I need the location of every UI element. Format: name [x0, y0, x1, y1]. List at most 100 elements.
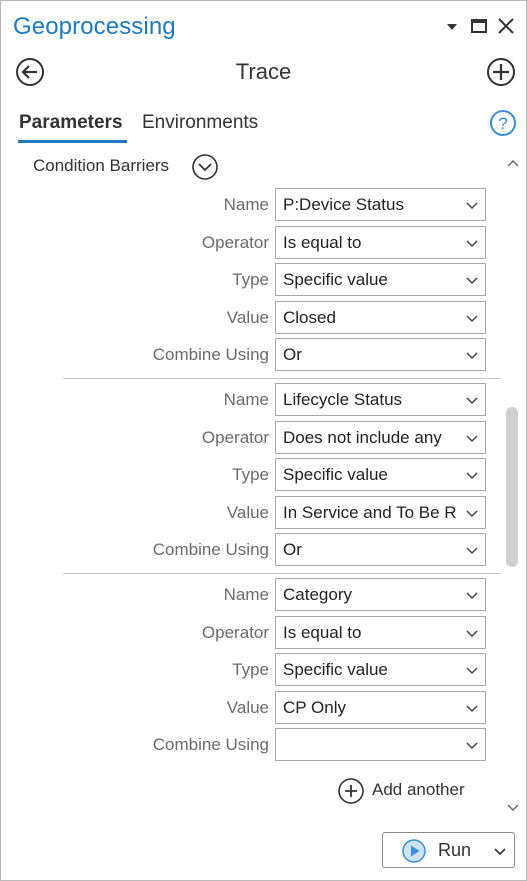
operator-label: Operator: [201, 623, 269, 642]
select-value: Closed: [283, 308, 336, 327]
maximize-icon[interactable]: [468, 15, 490, 37]
barrier-1-combine-row: Combine Using Or: [1, 338, 501, 371]
geoprocessing-pane: Geoprocessing Trace Parameters Environme…: [0, 0, 527, 881]
tool-title: Trace: [235, 59, 292, 84]
barrier-3-value-select[interactable]: CP Only: [275, 691, 486, 724]
chevron-down-icon: [466, 630, 478, 638]
combine-using-label: Combine Using: [152, 345, 269, 364]
barrier-1-operator-select[interactable]: Is equal to: [275, 226, 486, 259]
title-bar: Geoprocessing: [1, 1, 526, 53]
barrier-2-name-row: Name Lifecycle Status: [1, 383, 501, 416]
chevron-down-icon: [466, 397, 478, 405]
name-label: Name: [223, 195, 269, 214]
select-value: Or: [283, 345, 302, 364]
value-label: Value: [226, 308, 269, 327]
select-value: Specific value: [283, 465, 388, 484]
barrier-2-operator-select[interactable]: Does not include any: [275, 421, 486, 454]
barrier-2-value-row: Value In Service and To Be R: [1, 496, 501, 529]
select-value: Category: [283, 585, 352, 604]
barrier-3-name-select[interactable]: Category: [275, 578, 486, 611]
type-label: Type: [232, 465, 269, 484]
play-icon: [402, 839, 426, 863]
barrier-1-name-row: Name P:Device Status: [1, 188, 501, 221]
barrier-3-name-row: Name Category: [1, 578, 501, 611]
barrier-divider: [63, 378, 501, 379]
close-icon[interactable]: [495, 15, 517, 37]
barrier-divider: [63, 573, 501, 574]
combine-using-label: Combine Using: [152, 735, 269, 754]
add-another-button[interactable]: Add another: [337, 776, 487, 806]
barrier-1-name-select[interactable]: P:Device Status: [275, 188, 486, 221]
select-value: P:Device Status: [283, 195, 404, 214]
tab-parameters[interactable]: Parameters: [19, 112, 123, 134]
select-value: Is equal to: [283, 233, 362, 252]
chevron-down-icon: [466, 277, 478, 285]
tool-header: Trace: [1, 53, 526, 93]
run-label: Run: [438, 840, 472, 860]
chevron-down-icon: [466, 592, 478, 600]
select-value: Specific value: [283, 660, 388, 679]
help-icon[interactable]: ?: [489, 109, 517, 137]
select-value: Lifecycle Status: [283, 390, 403, 409]
svg-text:?: ?: [498, 114, 507, 133]
barrier-1-value-select[interactable]: Closed: [275, 301, 486, 334]
barrier-3-operator-select[interactable]: Is equal to: [275, 616, 486, 649]
scroll-thumb[interactable]: [506, 407, 518, 567]
barrier-3-value-row: Value CP Only: [1, 691, 501, 724]
barrier-2-value-select[interactable]: In Service and To Be R: [275, 496, 486, 529]
type-label: Type: [232, 660, 269, 679]
plus-circle-icon: [338, 778, 364, 804]
select-value: CP Only: [283, 698, 346, 717]
scroll-down-icon[interactable]: [506, 802, 520, 814]
section-title: Condition Barriers: [33, 156, 170, 175]
chevron-down-icon[interactable]: [493, 844, 507, 858]
barrier-3-type-row: Type Specific value: [1, 653, 501, 686]
add-tool-icon[interactable]: [486, 57, 516, 87]
tab-environments[interactable]: Environments: [142, 112, 258, 134]
chevron-down-icon: [466, 667, 478, 675]
barrier-3-operator-row: Operator Is equal to: [1, 616, 501, 649]
name-label: Name: [223, 390, 269, 409]
tab-bar: Parameters Environments ?: [1, 109, 526, 143]
chevron-down-icon: [466, 202, 478, 210]
barrier-1-type-row: Type Specific value: [1, 263, 501, 296]
select-value: In Service and To Be R: [283, 503, 457, 522]
pane-title: Geoprocessing: [13, 13, 176, 40]
barrier-3-combine-select[interactable]: [275, 728, 486, 761]
chevron-down-icon: [466, 352, 478, 360]
barrier-2-type-row: Type Specific value: [1, 458, 501, 491]
barrier-1-type-select[interactable]: Specific value: [275, 263, 486, 296]
barrier-3-type-select[interactable]: Specific value: [275, 653, 486, 686]
chevron-down-icon: [466, 315, 478, 323]
barrier-3-combine-row: Combine Using: [1, 728, 501, 761]
chevron-down-icon: [466, 240, 478, 248]
active-tab-indicator: [18, 140, 127, 143]
options-dropdown-icon[interactable]: [441, 15, 463, 37]
select-value: Or: [283, 540, 302, 559]
chevron-down-icon: [466, 472, 478, 480]
scroll-up-icon[interactable]: [506, 157, 520, 169]
chevron-down-icon: [466, 435, 478, 443]
barrier-2-type-select[interactable]: Specific value: [275, 458, 486, 491]
vertical-scrollbar[interactable]: [501, 151, 525, 821]
select-value: Specific value: [283, 270, 388, 289]
type-label: Type: [232, 270, 269, 289]
run-button[interactable]: Run: [382, 832, 515, 868]
barrier-1-combine-select[interactable]: Or: [275, 338, 486, 371]
barrier-2-combine-row: Combine Using Or: [1, 533, 501, 566]
chevron-down-icon: [466, 742, 478, 750]
value-label: Value: [226, 698, 269, 717]
value-label: Value: [226, 503, 269, 522]
add-another-label: Add another: [372, 780, 465, 799]
operator-label: Operator: [201, 233, 269, 252]
name-label: Name: [223, 585, 269, 604]
barrier-2-combine-select[interactable]: Or: [275, 533, 486, 566]
barrier-2-operator-row: Operator Does not include any: [1, 421, 501, 454]
chevron-down-icon: [466, 705, 478, 713]
barrier-2-name-select[interactable]: Lifecycle Status: [275, 383, 486, 416]
barrier-1-value-row: Value Closed: [1, 301, 501, 334]
collapse-chevron-icon[interactable]: [191, 153, 219, 181]
operator-label: Operator: [201, 428, 269, 447]
select-value: Is equal to: [283, 623, 362, 642]
select-value: Does not include any: [283, 428, 442, 447]
